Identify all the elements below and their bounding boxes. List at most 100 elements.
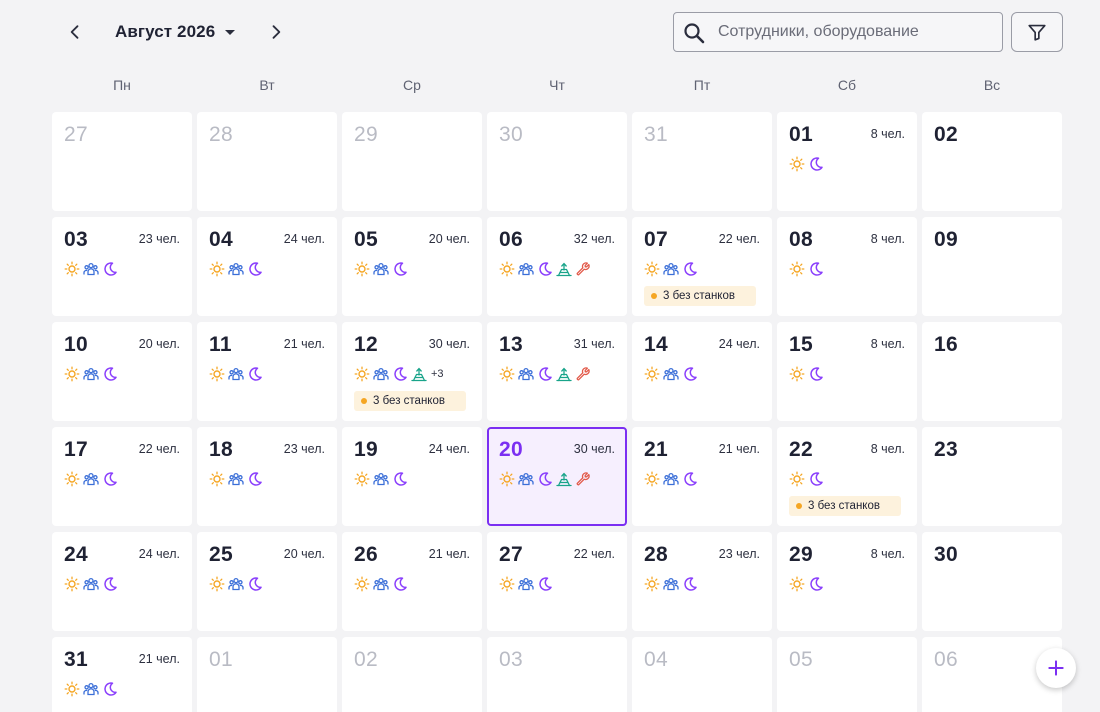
day-number: 14 — [644, 333, 668, 356]
staff-count: 20 чел. — [283, 547, 325, 561]
day-cell[interactable]: 10 20 чел. — [52, 322, 192, 421]
day-cell[interactable]: 13 31 чел. — [487, 322, 627, 421]
day-cell[interactable]: 15 8 чел. — [777, 322, 917, 421]
warning-dot-icon — [651, 293, 657, 299]
sun-icon — [499, 261, 515, 277]
day-number: 21 — [644, 438, 668, 461]
staff-count: 8 чел. — [870, 127, 905, 141]
sun-icon — [209, 261, 225, 277]
day-cell[interactable]: 12 30 чел. +3 3 без станков — [342, 322, 482, 421]
day-cell[interactable]: 04 24 чел. — [197, 217, 337, 316]
day-cell[interactable]: 28 23 чел. — [632, 532, 772, 631]
shift-icons — [499, 366, 591, 382]
staff-count: 8 чел. — [870, 337, 905, 351]
day-cell[interactable]: 31 — [632, 112, 772, 211]
group-icon — [373, 366, 389, 382]
day-number: 31 — [644, 123, 668, 146]
staff-count: 23 чел. — [138, 232, 180, 246]
day-cell[interactable]: 23 — [922, 427, 1062, 526]
day-cell[interactable]: 24 24 чел. — [52, 532, 192, 631]
group-icon — [663, 576, 679, 592]
day-cell[interactable]: 25 20 чел. — [197, 532, 337, 631]
day-cell[interactable]: 08 8 чел. — [777, 217, 917, 316]
staff-count: 22 чел. — [718, 232, 760, 246]
day-number: 24 — [64, 543, 88, 566]
day-cell[interactable]: 09 — [922, 217, 1062, 316]
day-cell[interactable]: 03 — [487, 637, 627, 712]
day-cell[interactable]: 27 — [52, 112, 192, 211]
shift-icons — [209, 576, 263, 592]
shift-icons — [499, 471, 591, 487]
shift-icons: +3 — [354, 366, 444, 382]
day-number: 13 — [499, 333, 523, 356]
shift-icons — [209, 471, 263, 487]
sun-icon — [64, 471, 80, 487]
shift-icons — [644, 366, 698, 382]
warning-dot-icon — [796, 503, 802, 509]
machine-icon — [411, 366, 427, 382]
search-input[interactable] — [718, 13, 998, 51]
day-cell[interactable]: 21 21 чел. — [632, 427, 772, 526]
day-cell[interactable]: 01 8 чел. — [777, 112, 917, 211]
day-cell[interactable]: 04 — [632, 637, 772, 712]
group-icon — [83, 261, 99, 277]
moon-icon — [102, 366, 118, 382]
weekday-label: Чт — [549, 77, 565, 93]
shift-icons — [789, 261, 824, 277]
month-selector[interactable]: Август 2026 — [115, 18, 236, 46]
moon-icon — [247, 261, 263, 277]
sun-icon — [644, 366, 660, 382]
shift-icons — [789, 576, 824, 592]
add-button[interactable] — [1036, 648, 1076, 688]
day-cell[interactable]: 28 — [197, 112, 337, 211]
day-cell[interactable]: 16 — [922, 322, 1062, 421]
day-cell[interactable]: 01 — [197, 637, 337, 712]
sun-icon — [499, 576, 515, 592]
day-cell[interactable]: 30 — [922, 532, 1062, 631]
day-cell[interactable]: 11 21 чел. — [197, 322, 337, 421]
day-cell[interactable]: 22 8 чел. 3 без станков — [777, 427, 917, 526]
day-number: 18 — [209, 438, 233, 461]
day-cell[interactable]: 30 — [487, 112, 627, 211]
sun-icon — [789, 261, 805, 277]
day-cell[interactable]: 05 — [777, 637, 917, 712]
day-cell[interactable]: 06 32 чел. — [487, 217, 627, 316]
day-cell[interactable]: 26 21 чел. — [342, 532, 482, 631]
day-cell[interactable]: 29 — [342, 112, 482, 211]
staff-count: 21 чел. — [718, 442, 760, 456]
wrench-icon — [575, 471, 591, 487]
day-cell[interactable]: 02 — [342, 637, 482, 712]
day-cell[interactable]: 29 8 чел. — [777, 532, 917, 631]
chevron-right-icon — [272, 25, 281, 39]
day-cell-today[interactable]: 20 30 чел. — [487, 427, 627, 526]
day-cell[interactable]: 18 23 чел. — [197, 427, 337, 526]
staff-count: 23 чел. — [283, 442, 325, 456]
day-cell[interactable]: 19 24 чел. — [342, 427, 482, 526]
day-number: 23 — [934, 438, 958, 461]
day-number: 17 — [64, 438, 88, 461]
staff-count: 24 чел. — [138, 547, 180, 561]
moon-icon — [392, 366, 408, 382]
sun-icon — [209, 366, 225, 382]
moon-icon — [537, 366, 553, 382]
badge-label: 3 без станков — [808, 500, 880, 512]
filter-button[interactable] — [1011, 12, 1063, 52]
day-cell[interactable]: 07 22 чел. 3 без станков — [632, 217, 772, 316]
previous-month-button[interactable] — [57, 14, 93, 50]
day-cell[interactable]: 27 22 чел. — [487, 532, 627, 631]
next-month-button[interactable] — [258, 14, 294, 50]
day-number: 11 — [209, 333, 232, 356]
day-cell[interactable]: 31 21 чел. — [52, 637, 192, 712]
day-cell[interactable]: 02 — [922, 112, 1062, 211]
moon-icon — [537, 261, 553, 277]
day-cell[interactable]: 17 22 чел. — [52, 427, 192, 526]
weekday-label: Ср — [403, 77, 421, 93]
day-number: 10 — [64, 333, 88, 356]
group-icon — [228, 261, 244, 277]
day-cell[interactable]: 03 23 чел. — [52, 217, 192, 316]
day-number: 28 — [644, 543, 668, 566]
shift-icons — [354, 576, 408, 592]
day-cell[interactable]: 14 24 чел. — [632, 322, 772, 421]
warning-dot-icon — [361, 398, 367, 404]
day-cell[interactable]: 05 20 чел. — [342, 217, 482, 316]
